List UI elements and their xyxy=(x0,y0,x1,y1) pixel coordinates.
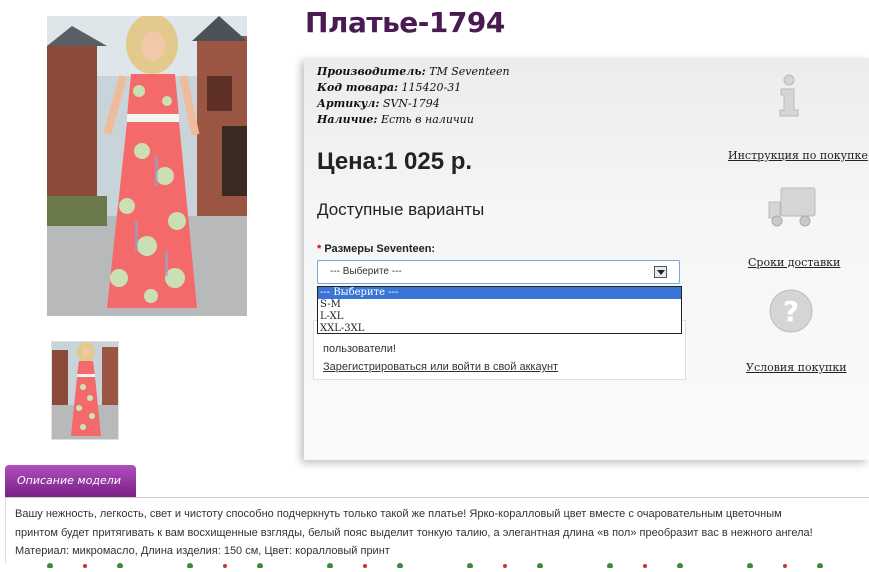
svg-text:?: ? xyxy=(783,295,799,328)
purchase-instructions-link[interactable]: Инструкция по покупке xyxy=(728,149,868,162)
spec-label: Наличие: xyxy=(317,113,378,126)
product-price: Цена:1 025 р. xyxy=(317,148,473,175)
size-option[interactable]: S-M xyxy=(318,299,681,311)
size-label: * Размеры Seventeen: xyxy=(317,243,435,255)
spec-availability: Наличие: Есть в наличии xyxy=(317,113,474,126)
spec-label: Производитель: xyxy=(317,65,426,78)
spec-product-code: Код товара: 115420-31 xyxy=(317,81,461,94)
purchase-terms-link[interactable]: Условия покупки xyxy=(746,361,847,374)
size-select[interactable]: --- Выберите --- xyxy=(317,260,680,284)
size-select-value: --- Выберите --- xyxy=(330,266,402,277)
delivery-terms-link[interactable]: Сроки доставки xyxy=(748,256,840,269)
dropdown-arrow-icon[interactable] xyxy=(654,266,667,278)
size-option[interactable]: L-XL xyxy=(318,311,681,323)
product-main-image[interactable] xyxy=(47,16,247,316)
spec-manufacturer: Производитель: TM Seventeen xyxy=(317,65,510,78)
notice-text: пользователи! xyxy=(323,343,396,355)
spec-value: 115420-31 xyxy=(401,81,462,94)
product-thumbnail[interactable] xyxy=(51,341,119,440)
product-info-panel: Производитель: TM Seventeen Код товара: … xyxy=(304,58,869,460)
size-option[interactable]: XXL-3XL xyxy=(318,323,681,335)
description-line: Вашу нежность, легкость, свет и чистоту … xyxy=(15,508,782,520)
decorative-border xyxy=(0,553,869,569)
info-icon[interactable] xyxy=(774,74,804,122)
tab-description[interactable]: Описание модели xyxy=(5,465,136,497)
tab-description-label: Описание модели xyxy=(17,474,121,487)
spec-article: Артикул: SVN-1794 xyxy=(317,97,440,110)
size-option[interactable]: --- Выберите --- xyxy=(318,287,681,299)
question-icon[interactable]: ? xyxy=(768,288,814,338)
size-dropdown-list[interactable]: --- Выберите --- S-M L-XL XXL-3XL xyxy=(317,286,682,334)
spec-value: TM Seventeen xyxy=(429,65,510,78)
spec-value: Есть в наличии xyxy=(381,113,474,126)
required-mark: * xyxy=(317,243,322,255)
description-line: принтом будет притягивать к вам восхищен… xyxy=(15,527,813,539)
truck-icon[interactable] xyxy=(767,186,817,232)
size-label-text: Размеры Seventeen: xyxy=(324,243,436,255)
spec-label: Артикул: xyxy=(317,97,380,110)
product-title: Платье-1794 xyxy=(305,6,505,39)
variants-heading: Доступные варианты xyxy=(317,200,485,219)
spec-value: SVN-1794 xyxy=(382,97,440,110)
register-login-link[interactable]: Зарегистрироваться или войти в свой акка… xyxy=(323,361,558,373)
spec-label: Код товара: xyxy=(317,81,399,94)
